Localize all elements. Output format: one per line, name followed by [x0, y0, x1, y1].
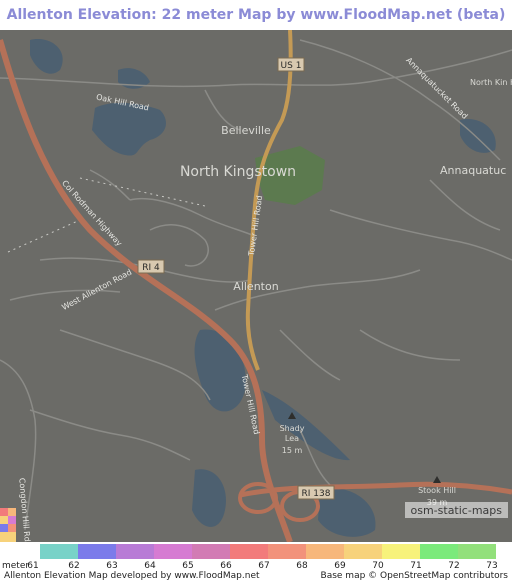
legend-label: 64: [144, 561, 156, 571]
svg-text:US 1: US 1: [281, 61, 302, 71]
label-belleville: Belleville: [221, 124, 271, 137]
shield-us1: US 1: [277, 57, 305, 72]
legend-label: 70: [372, 561, 384, 571]
svg-text:RI 4: RI 4: [142, 263, 160, 273]
label-lea: Lea: [285, 434, 299, 443]
svg-text:RI 138: RI 138: [302, 489, 331, 499]
label-shady: Shady: [280, 424, 305, 433]
legend-label: 62: [68, 561, 80, 571]
legend-swatch: [268, 544, 306, 559]
legend-label: 69: [334, 561, 346, 571]
label-annaquatucket: Annaquatuc: [440, 164, 506, 177]
elevation-legend: meter 61 62 63 64 65 66 67 68 69 70 71 72 73 Allento…: [0, 542, 512, 582]
label-shady-lea-elev: 15 m: [282, 446, 303, 455]
legend-label: 68: [296, 561, 308, 571]
legend-swatch: [420, 544, 458, 559]
label-nk-high-school: North Kin High Sc: [470, 78, 512, 87]
label-allenton: Allenton: [233, 280, 278, 293]
legend-swatch: [78, 544, 116, 559]
legend-swatch: [192, 544, 230, 559]
legend-swatch: [458, 544, 496, 559]
shield-ri4: RI 4: [137, 259, 165, 274]
legend-swatch: [230, 544, 268, 559]
legend-swatch: [344, 544, 382, 559]
shield-ri138: RI 138: [297, 485, 335, 500]
legend-swatch: [306, 544, 344, 559]
map-canvas[interactable]: Belleville North Kingstown Allenton Anna…: [0, 30, 512, 542]
label-stook-hill: Stook Hill: [418, 486, 456, 495]
legend-label: 66: [220, 561, 232, 571]
legend-swatch: [116, 544, 154, 559]
legend-label: 72: [448, 561, 460, 571]
map-viewport[interactable]: Belleville North Kingstown Allenton Anna…: [0, 30, 512, 542]
footer-credit: Allenton Elevation Map developed by www.…: [4, 571, 260, 581]
elevation-strip: [0, 508, 16, 542]
legend-label: 65: [182, 561, 194, 571]
legend-swatch: [40, 544, 78, 559]
legend-label: 67: [258, 561, 270, 571]
page-title: Allenton Elevation: 22 meter Map by www.…: [0, 0, 512, 30]
legend-swatch: [154, 544, 192, 559]
footer-basemap-credit: Base map © OpenStreetMap contributors: [320, 571, 508, 581]
legend-color-bar: [40, 544, 496, 559]
legend-swatch: [382, 544, 420, 559]
legend-label: 63: [106, 561, 118, 571]
osm-attribution-badge: osm-static-maps: [404, 502, 508, 518]
legend-label: 71: [410, 561, 422, 571]
legend-label: 61: [27, 561, 39, 571]
legend-label: 73: [486, 561, 498, 571]
label-north-kingstown: North Kingstown: [180, 164, 296, 180]
